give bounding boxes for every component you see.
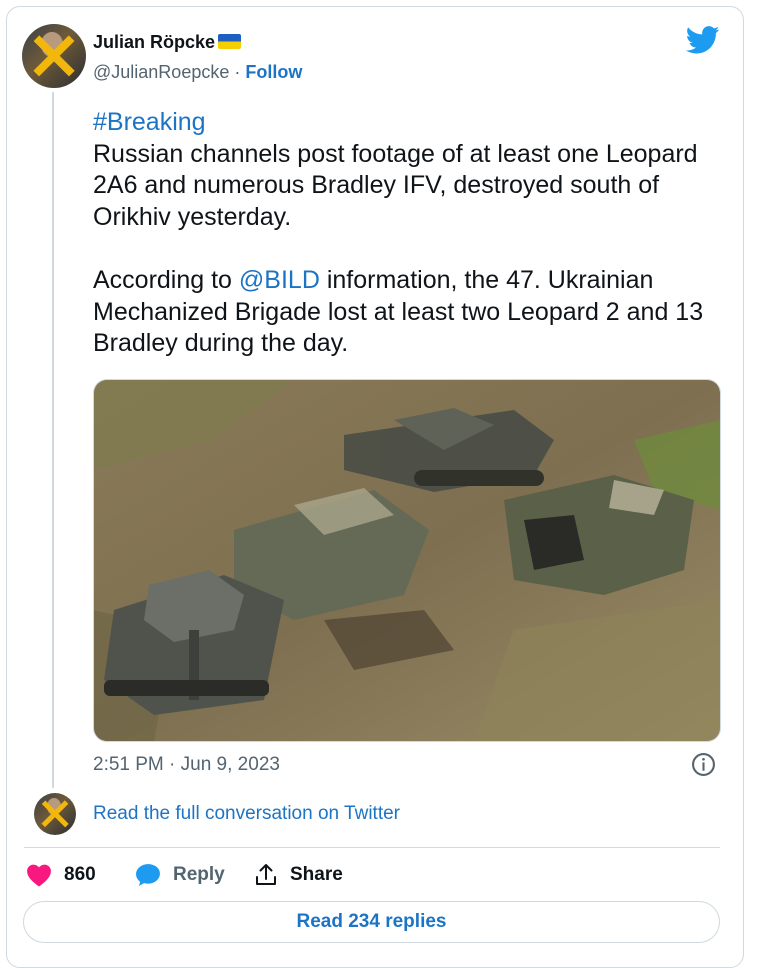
tweet-photo[interactable] xyxy=(93,379,721,742)
author-name[interactable]: Julian Röpcke xyxy=(93,32,215,52)
reply-button[interactable]: Reply xyxy=(135,860,225,890)
author-name-row[interactable]: Julian Röpcke xyxy=(93,32,242,53)
thread-line xyxy=(52,92,54,788)
tweet-timestamp[interactable]: 2:51 PM · Jun 9, 2023 xyxy=(93,754,280,776)
like-button[interactable]: 860 xyxy=(26,860,96,890)
read-replies-button[interactable]: Read 234 replies xyxy=(23,901,720,943)
author-avatar[interactable] xyxy=(22,24,86,88)
share-upload-icon xyxy=(256,864,276,885)
author-avatar-small[interactable] xyxy=(34,793,76,835)
tweet-text: #Breaking Russian channels post footage … xyxy=(93,107,723,360)
destroyed-vehicles-photo xyxy=(94,380,720,741)
author-handle[interactable]: @JulianRoepcke xyxy=(93,62,229,82)
like-count: 860 xyxy=(64,864,96,885)
ukraine-flag-icon xyxy=(218,34,242,49)
share-label: Share xyxy=(290,864,343,885)
mention-link[interactable]: @BILD xyxy=(239,266,320,294)
paragraph-2-prefix: According to xyxy=(93,266,232,294)
handle-separator: · xyxy=(234,62,241,82)
divider xyxy=(24,847,720,848)
author-handle-row: @JulianRoepcke · Follow xyxy=(93,62,302,83)
heart-icon xyxy=(27,864,51,887)
tweet-paragraph-2: According to @BILD information, the 47. … xyxy=(93,265,723,360)
hashtag-link[interactable]: #Breaking xyxy=(93,107,723,139)
reply-label: Reply xyxy=(173,864,225,885)
info-icon[interactable] xyxy=(691,752,716,777)
follow-button[interactable]: Follow xyxy=(245,62,302,82)
share-button[interactable]: Share xyxy=(254,860,343,890)
twitter-bird-icon[interactable] xyxy=(686,26,720,54)
read-full-conversation-link[interactable]: Read the full conversation on Twitter xyxy=(93,803,400,825)
speech-bubble-icon xyxy=(136,864,160,886)
tweet-paragraph-1: Russian channels post footage of at leas… xyxy=(93,139,698,231)
